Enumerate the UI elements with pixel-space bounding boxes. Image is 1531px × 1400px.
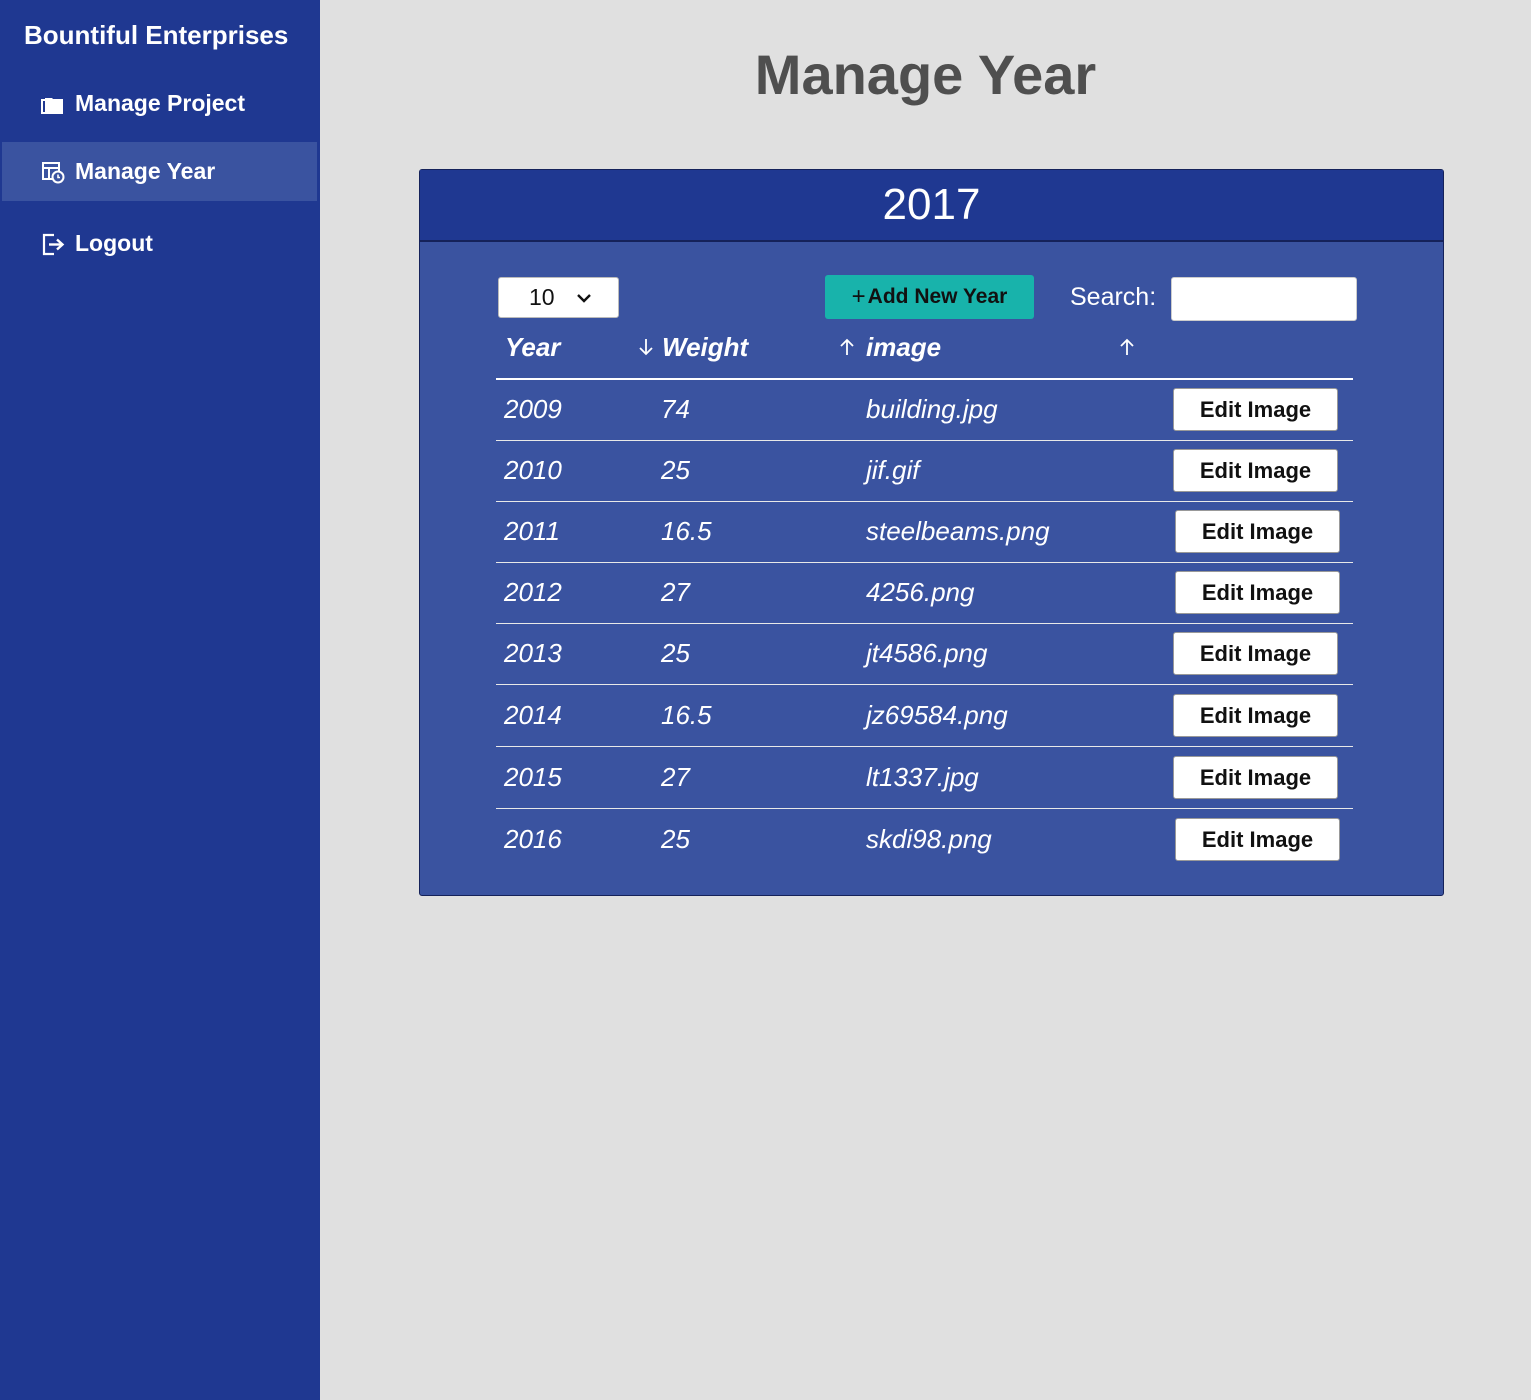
cell-image: steelbeams.png [866,516,1050,546]
table-row: 2016 25 skdi98.png Edit Image [496,810,1353,871]
cell-weight: 16.5 [661,516,712,546]
table-row: 2012 27 4256.png Edit Image [496,563,1353,624]
table-row: 2009 74 building.jpg Edit Image [496,380,1353,441]
edit-image-button[interactable]: Edit Image [1173,756,1338,799]
page-title: Manage Year [754,43,1097,106]
table-row: 2011 16.5 steelbeams.png Edit Image [496,502,1353,563]
cell-image: lt1337.jpg [866,762,979,792]
column-header-weight[interactable]: Weight [662,332,748,363]
plus-icon: + [851,283,866,310]
sidebar-item-label: Manage Project [75,90,245,116]
table-row: 2010 25 jif.gif Edit Image [496,441,1353,502]
page-length-select[interactable]: 10 [498,277,619,318]
cell-image: jz69584.png [866,700,1008,730]
column-header-image[interactable]: image [866,332,941,363]
cell-year: 2014 [504,700,562,730]
table-row: 2015 27 lt1337.jpg Edit Image [496,748,1353,809]
card-title: 2017 [420,170,1443,242]
cell-year: 2012 [504,577,562,607]
cell-weight: 74 [661,394,690,424]
edit-image-button[interactable]: Edit Image [1175,510,1340,553]
sidebar-item-manage-year[interactable]: Manage Year [2,142,317,201]
cell-weight: 25 [661,455,690,485]
edit-image-button[interactable]: Edit Image [1175,571,1340,614]
add-new-year-button[interactable]: + Add New Year [825,275,1034,319]
edit-image-button[interactable]: Edit Image [1173,694,1338,737]
cell-year: 2015 [504,762,562,792]
cell-image: skdi98.png [866,824,992,854]
cell-image: jif.gif [866,455,920,485]
table-row: 2014 16.5 jz69584.png Edit Image [496,686,1353,747]
sort-arrow-up-icon[interactable] [1118,337,1136,357]
chevron-down-icon [576,293,591,303]
cell-year: 2010 [504,455,562,485]
sidebar: Bountiful Enterprises Manage Project Man… [0,0,320,1400]
calendar-clock-icon [40,159,66,185]
cell-weight: 25 [661,638,690,668]
page-length-value: 10 [529,284,555,310]
sidebar-item-manage-project[interactable]: Manage Project [2,74,317,133]
search-label: Search: [1070,283,1157,311]
cell-image: jt4586.png [866,638,988,668]
cell-year: 2013 [504,638,562,668]
logout-icon [40,231,66,257]
column-header-year[interactable]: Year [505,332,560,363]
add-new-year-label: Add New Year [867,285,1008,308]
table-row: 2013 25 jt4586.png Edit Image [496,624,1353,685]
brand-title: Bountiful Enterprises [24,20,289,50]
cell-weight: 16.5 [661,700,712,730]
edit-image-button[interactable]: Edit Image [1173,388,1338,431]
folders-icon [40,91,66,117]
cell-year: 2009 [504,394,562,424]
cell-weight: 27 [661,762,690,792]
year-card: 2017 10 + Add New Year Search: Year Weig… [419,169,1444,896]
sidebar-item-label: Manage Year [75,158,216,184]
cell-image: 4256.png [866,577,975,607]
cell-year: 2011 [504,516,560,546]
sidebar-item-label: Logout [75,230,153,256]
sidebar-item-logout[interactable]: Logout [2,214,317,273]
cell-image: building.jpg [866,394,998,424]
cell-year: 2016 [504,824,562,854]
edit-image-button[interactable]: Edit Image [1173,632,1338,675]
cell-weight: 25 [661,824,690,854]
search-input[interactable] [1171,277,1357,321]
sort-arrow-up-icon[interactable] [838,337,856,357]
edit-image-button[interactable]: Edit Image [1175,818,1340,861]
edit-image-button[interactable]: Edit Image [1173,449,1338,492]
sort-arrow-down-icon[interactable] [637,337,655,357]
cell-weight: 27 [661,577,690,607]
